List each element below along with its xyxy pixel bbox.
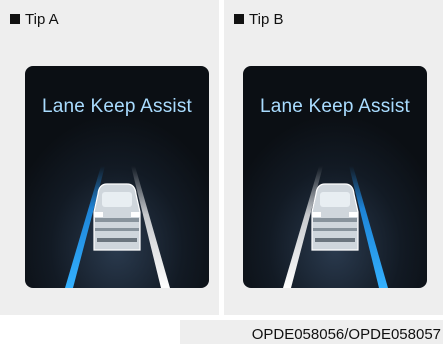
car-rear-icon xyxy=(93,183,141,251)
tip-b-heading: Tip B xyxy=(234,11,283,28)
lane-keep-assist-title-a: Lane Keep Assist xyxy=(41,96,193,117)
car-rear-icon xyxy=(311,183,359,251)
square-bullet-icon xyxy=(234,14,244,24)
cluster-display-b: Lane Keep Assist xyxy=(243,66,427,288)
cluster-display-a: Lane Keep Assist xyxy=(25,66,209,288)
tip-a-label: Tip A xyxy=(25,11,59,28)
lane-keep-assist-title-b: Lane Keep Assist xyxy=(259,96,411,117)
tip-a-heading: Tip A xyxy=(10,11,59,28)
tip-b-label: Tip B xyxy=(249,11,284,28)
tip-b-panel: Tip B Lane Keep Assist xyxy=(224,0,443,315)
tip-a-panel: Tip A Lane Keep Assist xyxy=(0,0,219,315)
square-bullet-icon xyxy=(10,14,20,24)
figure-code-caption: OPDE058056/OPDE058057 xyxy=(251,326,441,343)
